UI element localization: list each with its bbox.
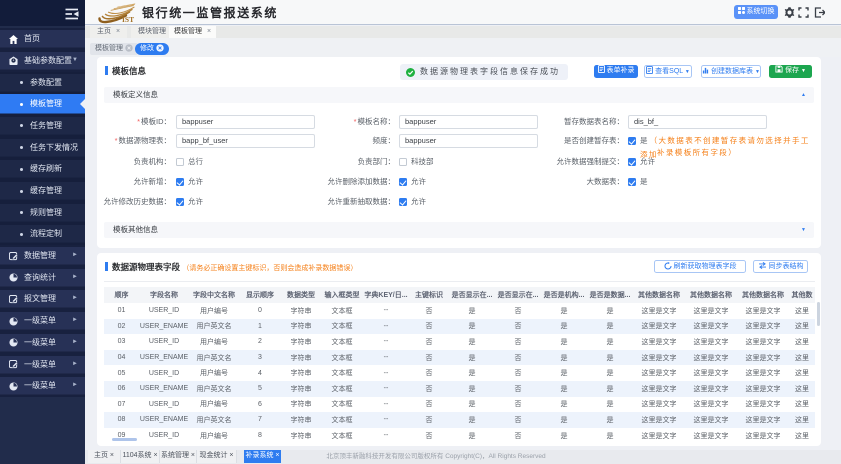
svg-text:IST: IST [122,15,134,24]
